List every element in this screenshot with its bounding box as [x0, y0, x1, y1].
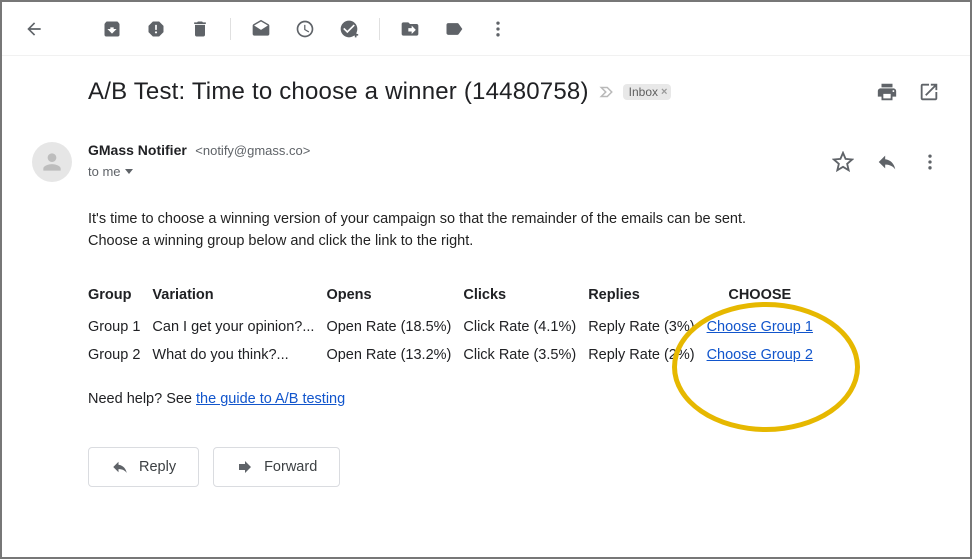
- labels-icon[interactable]: [434, 9, 474, 49]
- snooze-icon[interactable]: [285, 9, 325, 49]
- email-subject: A/B Test: Time to choose a winner (14480…: [88, 78, 589, 106]
- col-opens: Opens: [326, 281, 463, 313]
- cell-group: Group 2: [88, 341, 152, 369]
- choose-group-link[interactable]: Choose Group 1: [707, 319, 813, 335]
- label-text: Inbox: [629, 85, 658, 99]
- cell-group: Group 1: [88, 313, 152, 341]
- col-choose: CHOOSE: [707, 281, 825, 313]
- recipient-row[interactable]: to me: [88, 164, 832, 179]
- cell-opens: Open Rate (18.5%): [326, 313, 463, 341]
- mark-unread-icon[interactable]: [241, 9, 281, 49]
- archive-icon[interactable]: [92, 9, 132, 49]
- ab-guide-link[interactable]: the guide to A/B testing: [196, 391, 345, 407]
- move-to-icon[interactable]: [390, 9, 430, 49]
- col-replies: Replies: [588, 281, 706, 313]
- email-body: It's time to choose a winning version of…: [88, 208, 940, 253]
- delete-icon[interactable]: [180, 9, 220, 49]
- toolbar: [2, 2, 970, 56]
- more-icon[interactable]: [478, 9, 518, 49]
- help-line: Need help? See the guide to A/B testing: [88, 391, 940, 407]
- col-group: Group: [88, 281, 152, 313]
- cell-variation: Can I get your opinion?...: [152, 313, 326, 341]
- reply-icon[interactable]: [876, 151, 898, 173]
- to-text: to me: [88, 164, 121, 179]
- body-line: Choose a winning group below and click t…: [88, 230, 940, 252]
- email-content: A/B Test: Time to choose a winner (14480…: [2, 56, 970, 487]
- table-row: Group 1 Can I get your opinion?... Open …: [88, 313, 825, 341]
- message-more-icon[interactable]: [920, 152, 940, 172]
- back-icon[interactable]: [14, 9, 54, 49]
- col-variation: Variation: [152, 281, 326, 313]
- add-task-icon[interactable]: [329, 9, 369, 49]
- table-row: Group 2 What do you think?... Open Rate …: [88, 341, 825, 369]
- choose-group-link[interactable]: Choose Group 2: [707, 347, 813, 363]
- cell-opens: Open Rate (13.2%): [326, 341, 463, 369]
- cell-clicks: Click Rate (4.1%): [463, 313, 588, 341]
- reply-row: Reply Forward: [88, 447, 940, 487]
- ab-test-table: Group Variation Opens Clicks Replies CHO…: [88, 281, 825, 369]
- inbox-label-chip[interactable]: Inbox ×: [623, 84, 672, 100]
- open-new-icon[interactable]: [918, 81, 940, 103]
- cell-replies: Reply Rate (3%): [588, 313, 706, 341]
- forward-label: Forward: [264, 459, 317, 475]
- print-icon[interactable]: [876, 81, 898, 103]
- sender-row: GMass Notifier <notify@gmass.co> to me: [32, 142, 940, 182]
- cell-replies: Reply Rate (2%): [588, 341, 706, 369]
- body-line: It's time to choose a winning version of…: [88, 208, 940, 230]
- sender-email: <notify@gmass.co>: [195, 143, 310, 158]
- remove-label-icon[interactable]: ×: [661, 86, 667, 98]
- forward-button[interactable]: Forward: [213, 447, 340, 487]
- table-header-row: Group Variation Opens Clicks Replies CHO…: [88, 281, 825, 313]
- cell-variation: What do you think?...: [152, 341, 326, 369]
- show-details-icon[interactable]: [125, 169, 133, 174]
- avatar[interactable]: [32, 142, 72, 182]
- toolbar-divider: [379, 18, 380, 40]
- help-prefix: Need help? See: [88, 391, 196, 407]
- subject-row: A/B Test: Time to choose a winner (14480…: [88, 78, 940, 106]
- toolbar-divider: [230, 18, 231, 40]
- reply-button[interactable]: Reply: [88, 447, 199, 487]
- spam-icon[interactable]: [136, 9, 176, 49]
- sender-name: GMass Notifier: [88, 142, 187, 158]
- col-clicks: Clicks: [463, 281, 588, 313]
- reply-label: Reply: [139, 459, 176, 475]
- importance-icon[interactable]: [599, 83, 617, 101]
- star-icon[interactable]: [832, 151, 854, 173]
- cell-clicks: Click Rate (3.5%): [463, 341, 588, 369]
